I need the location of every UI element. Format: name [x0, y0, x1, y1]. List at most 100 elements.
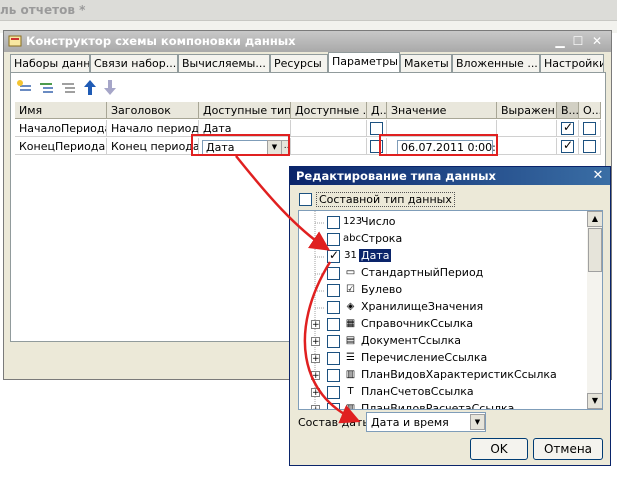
expand-icon[interactable]: + [311, 337, 320, 347]
cell-title[interactable]: Начало периода [107, 120, 199, 137]
main-window-titlebar[interactable]: Конструктор схемы компоновки данных ▁ ☐ … [4, 31, 611, 52]
cell-v[interactable] [557, 138, 579, 155]
cell-available-values[interactable] [291, 120, 367, 137]
type-checkbox[interactable] [327, 403, 340, 409]
date-composition-select[interactable]: Дата и время ▼ [366, 412, 486, 432]
add-icon[interactable] [15, 79, 33, 96]
maximize-icon[interactable]: ☐ [570, 34, 586, 49]
column-header-title[interactable]: Заголовок [107, 102, 199, 119]
type-checkbox[interactable] [327, 318, 340, 331]
tree-item[interactable]: ▭ СтандартныйПериод [299, 265, 587, 282]
tree-item[interactable]: 31Дата [299, 248, 587, 265]
tree-item[interactable]: + ▤ ДокументСсылка [299, 333, 587, 350]
close-icon[interactable]: ✕ [590, 168, 606, 184]
column-header-value[interactable]: Значение [387, 102, 497, 119]
type-checkbox[interactable] [327, 267, 340, 280]
add-group-icon[interactable] [59, 79, 77, 96]
expand-icon[interactable]: + [311, 405, 320, 409]
tree-connector [315, 290, 325, 292]
expand-icon[interactable]: + [311, 371, 320, 381]
column-header-d[interactable]: Д... [367, 102, 387, 119]
tab-links[interactable]: Связи набор... [90, 54, 178, 72]
type-checkbox[interactable] [327, 248, 340, 263]
minimize-icon[interactable]: ▁ [552, 34, 568, 49]
type-checkbox[interactable] [327, 352, 340, 365]
tab-parameters[interactable]: Параметры [328, 52, 400, 73]
cell-o[interactable] [579, 138, 601, 155]
chevron-down-icon[interactable]: ▼ [470, 414, 485, 430]
tree-connector [315, 256, 325, 258]
cell-name[interactable]: КонецПериода [15, 138, 107, 155]
type-label: ПеречислениеСсылка [361, 351, 488, 364]
cell-available-values[interactable] [291, 138, 367, 155]
tree-item[interactable]: + ▥ ПланВидовРасчетаСсылка [299, 401, 587, 410]
cell-expression[interactable] [497, 138, 557, 155]
tab-calculated[interactable]: Вычисляемы... [178, 54, 270, 72]
chart-of-calculation-types-icon: ▥ [345, 403, 356, 410]
move-down-icon[interactable] [101, 79, 119, 96]
type-checkbox[interactable] [327, 335, 340, 348]
tree-item[interactable]: abc Строка [299, 231, 587, 248]
cell-name[interactable]: НачалоПериода [15, 120, 107, 137]
tree-connector [315, 307, 325, 309]
o-checkbox[interactable] [583, 140, 596, 153]
close-icon[interactable]: ✕ [589, 34, 605, 49]
tab-resources[interactable]: Ресурсы [270, 54, 328, 72]
tree-item[interactable]: ◈ ХранилищеЗначения [299, 299, 587, 316]
type-label: ХранилищеЗначения [361, 300, 484, 313]
type-label: Число [361, 215, 396, 228]
value-highlight-box [379, 134, 498, 156]
dialog-titlebar[interactable]: Редактирование типа данных ✕ [290, 167, 610, 185]
app-icon [8, 34, 22, 48]
tab-datasets[interactable]: Наборы данн... [10, 54, 90, 72]
expand-icon[interactable]: + [311, 388, 320, 398]
column-header-v[interactable]: В... [557, 102, 579, 119]
column-header-o[interactable]: О... [579, 102, 601, 119]
tree-item[interactable]: ☑ Булево [299, 282, 587, 299]
column-header-name[interactable]: Имя [15, 102, 107, 119]
v-checkbox[interactable] [561, 138, 574, 153]
cell-expression[interactable] [497, 120, 557, 137]
date-composition-label: Состав даты [298, 416, 372, 429]
scroll-thumb[interactable] [588, 228, 602, 272]
type-label: ДокументСсылка [361, 334, 461, 347]
ok-button[interactable]: OK [470, 438, 528, 460]
tree-item[interactable]: + ▦ СправочникСсылка [299, 316, 587, 333]
tree-scrollbar[interactable]: ▲ ▼ [587, 211, 602, 409]
cell-title[interactable]: Конец периода [107, 138, 199, 155]
type-label: Булево [361, 283, 403, 296]
type-checkbox[interactable] [327, 301, 340, 314]
v-checkbox[interactable] [561, 120, 574, 135]
type-checkbox[interactable] [327, 369, 340, 382]
cell-v[interactable] [557, 120, 579, 137]
scroll-up-icon[interactable]: ▲ [587, 211, 602, 227]
add-child-icon[interactable] [37, 79, 55, 96]
scroll-down-icon[interactable]: ▼ [587, 393, 602, 409]
tab-settings[interactable]: Настройки [540, 54, 604, 72]
tab-templates[interactable]: Макеты [400, 54, 452, 72]
expand-icon[interactable]: + [311, 320, 320, 330]
catalog-icon: ▦ [345, 318, 356, 329]
type-checkbox[interactable] [327, 216, 340, 229]
tree-item[interactable]: 123 Число [299, 214, 587, 231]
tree-connector [315, 222, 325, 224]
column-header-expression[interactable]: Выражен... [497, 102, 557, 119]
tree-item[interactable]: + ▥ ПланВидовХарактеристикСсылка [299, 367, 587, 384]
composite-type-label[interactable]: Составной тип данных [316, 192, 455, 207]
cell-o[interactable] [579, 120, 601, 137]
tab-nested[interactable]: Вложенные ... [452, 54, 540, 72]
tree-connector [315, 239, 325, 241]
expand-icon[interactable]: + [311, 354, 320, 364]
type-label: СправочникСсылка [361, 317, 474, 330]
type-checkbox[interactable] [327, 284, 340, 297]
type-checkbox[interactable] [327, 386, 340, 399]
cancel-button[interactable]: Отмена [533, 438, 603, 460]
column-header-available-values[interactable]: Доступные ... [291, 102, 367, 119]
composite-type-checkbox[interactable] [299, 193, 312, 206]
column-header-available-types[interactable]: Доступные типы [199, 102, 291, 119]
tree-item[interactable]: + T ПланСчетовСсылка [299, 384, 587, 401]
tree-item[interactable]: + ☰ ПеречислениеСсылка [299, 350, 587, 367]
move-up-icon[interactable] [81, 79, 99, 96]
o-checkbox[interactable] [583, 122, 596, 135]
type-checkbox[interactable] [327, 233, 340, 246]
